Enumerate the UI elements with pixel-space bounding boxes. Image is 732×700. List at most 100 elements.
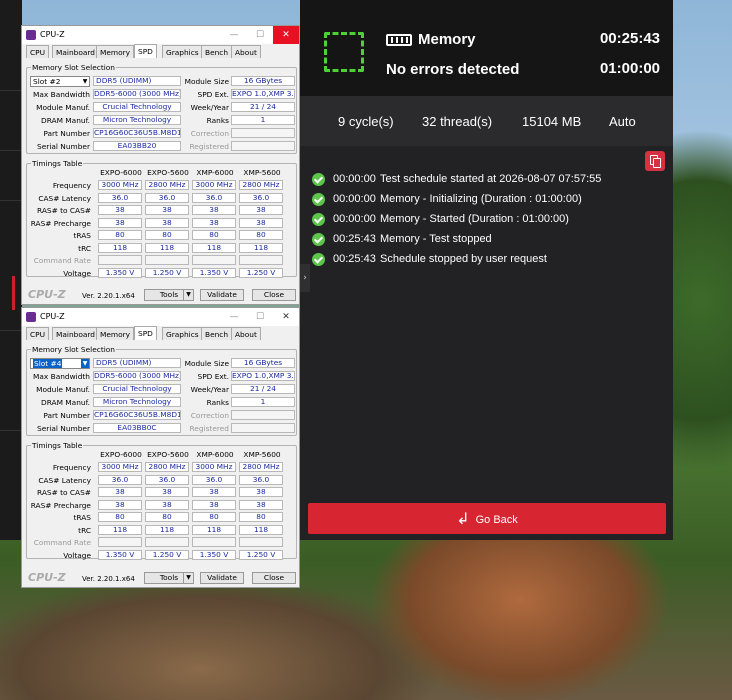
cpuz-logo: CPU-Z [28, 288, 66, 301]
slot-select[interactable]: Slot #2 ▼ [30, 76, 90, 87]
label: Serial Number [37, 142, 90, 151]
tab-mainboard[interactable]: Mainboard [52, 45, 99, 58]
tab-about[interactable]: About [231, 327, 261, 340]
correction [231, 410, 295, 420]
log-time: 00:25:43 [333, 253, 376, 265]
timing-cell: 80 [239, 230, 283, 240]
timing-cell: 36.0 [192, 192, 236, 203]
timing-cell: 38 [145, 499, 189, 510]
timing-row-label: CAS# Latency [38, 193, 91, 203]
timing-row-label: Voltage [63, 550, 91, 560]
max-bandwidth: DDR5-6000 (3000 MHz) [93, 371, 181, 381]
maximize-button[interactable]: ☐ [247, 26, 273, 44]
tools-dropdown-chevron-icon[interactable]: ▼ [183, 289, 194, 301]
slot-select[interactable]: Slot #4 ▼ [30, 358, 90, 369]
tab-mainboard[interactable]: Mainboard [52, 327, 99, 340]
tab-about[interactable]: About [231, 45, 261, 58]
label: Registered [189, 142, 229, 151]
timing-cell: 118 [145, 242, 189, 253]
timing-cell: 2800 MHz [145, 180, 189, 190]
test-status: No errors detected [386, 61, 520, 78]
close-window-button[interactable]: ✕ [273, 26, 299, 44]
window-titlebar[interactable]: CPU-Z — ☐ ✕ [22, 26, 299, 44]
minimize-button[interactable]: — [221, 26, 247, 44]
timing-cell: 38 [145, 217, 189, 228]
label: SPD Ext. [197, 90, 229, 99]
serial-number: EA03BB0C [93, 423, 181, 433]
label: DRAM Manuf. [41, 398, 90, 407]
validate-button[interactable]: Validate [200, 572, 244, 584]
elapsed-time: 00:25:43 [599, 30, 660, 47]
background-window-edge [0, 0, 22, 540]
window-titlebar[interactable]: CPU-Z — ☐ ✕ [22, 308, 299, 326]
tools-dropdown-chevron-icon[interactable]: ▼ [183, 572, 194, 584]
max-bandwidth: DDR5-6000 (3000 MHz) [93, 89, 181, 99]
timing-cell: 80 [98, 230, 142, 240]
timing-row-label: Command Rate [33, 256, 91, 265]
part-number: CP16G60C36U5B.M8D1 [93, 410, 181, 420]
label: Ranks [206, 116, 229, 125]
cpuz-app-icon [26, 30, 36, 40]
tab-graphics[interactable]: Graphics [162, 327, 203, 340]
window-title: CPU-Z [40, 312, 65, 321]
timing-cell: 80 [239, 512, 283, 522]
timing-row-label: RAS# to CAS# [37, 206, 91, 215]
spd-ext: EXPO 1.0,XMP 3.0 [231, 89, 295, 99]
timing-col-header: EXPO-6000 [100, 168, 142, 177]
maximize-button[interactable]: ☐ [247, 308, 273, 326]
tab-graphics[interactable]: Graphics [162, 45, 203, 58]
log-message: Test schedule started at 2026-08-07 07:5… [380, 173, 602, 185]
label: DRAM Manuf. [41, 116, 90, 125]
tab-memory[interactable]: Memory [96, 327, 135, 340]
panel-toggle-chevron-icon[interactable]: › [300, 264, 310, 292]
close-window-button[interactable]: ✕ [273, 308, 299, 326]
tab-spd[interactable]: SPD [134, 326, 157, 340]
go-back-button[interactable]: ↲ Go Back [308, 503, 666, 534]
timing-col-header: XMP-5600 [243, 168, 281, 177]
total-duration: 01:00:00 [599, 60, 660, 77]
timing-cell [145, 537, 189, 547]
timing-cell: 36.0 [145, 192, 189, 203]
tab-memory[interactable]: Memory [96, 45, 135, 58]
memory-size: 15104 MB [522, 114, 582, 129]
tab-bench[interactable]: Bench [201, 45, 233, 58]
timing-col-header: EXPO-5600 [147, 168, 189, 177]
log-message: Schedule stopped by user request [380, 253, 547, 265]
timing-cell: 38 [145, 487, 189, 497]
timing-cell: 36.0 [239, 474, 283, 485]
close-button[interactable]: Close [252, 289, 296, 301]
log-entry: 00:25:43 Schedule stopped by user request [312, 252, 672, 272]
copy-log-button[interactable] [645, 151, 665, 171]
cpuz-window: CPU-Z — ☐ ✕ CPU Mainboard Memory SPD Gra… [21, 307, 300, 588]
app-header: Memory No errors detected 00:25:43 01:00… [300, 0, 673, 96]
log-time: 00:00:00 [333, 193, 376, 205]
timing-cell: 1.350 V [192, 267, 236, 278]
timing-cell [192, 537, 236, 547]
memory-chip-icon [324, 32, 364, 72]
timing-cell: 118 [145, 524, 189, 535]
timing-cell: 2800 MHz [239, 462, 283, 472]
group-label: Memory Slot Selection [31, 345, 116, 354]
tab-cpu[interactable]: CPU [26, 45, 50, 58]
timing-cell: 38 [239, 499, 283, 510]
log-entry: 00:00:00 Memory - Initializing (Duration … [312, 192, 672, 212]
timing-cell: 1.350 V [98, 549, 142, 560]
label: Module Manuf. [36, 103, 90, 112]
tools-label: Tools [159, 573, 179, 582]
timing-cell: 38 [98, 499, 142, 510]
timing-cell [98, 255, 142, 265]
tab-cpu[interactable]: CPU [26, 327, 50, 340]
timing-cell: 1.250 V [239, 267, 283, 278]
timing-cell: 36.0 [192, 474, 236, 485]
minimize-button[interactable]: — [221, 308, 247, 326]
timing-cell [239, 255, 283, 265]
cpuz-logo: CPU-Z [28, 571, 66, 584]
tools-label: Tools [159, 290, 179, 299]
tab-spd[interactable]: SPD [134, 44, 157, 58]
close-button[interactable]: Close [252, 572, 296, 584]
cycle-count: 9 cycle(s) [338, 114, 394, 129]
label: Week/Year [190, 103, 229, 112]
tab-bench[interactable]: Bench [201, 327, 233, 340]
check-circle-icon [312, 213, 325, 226]
validate-button[interactable]: Validate [200, 289, 244, 301]
